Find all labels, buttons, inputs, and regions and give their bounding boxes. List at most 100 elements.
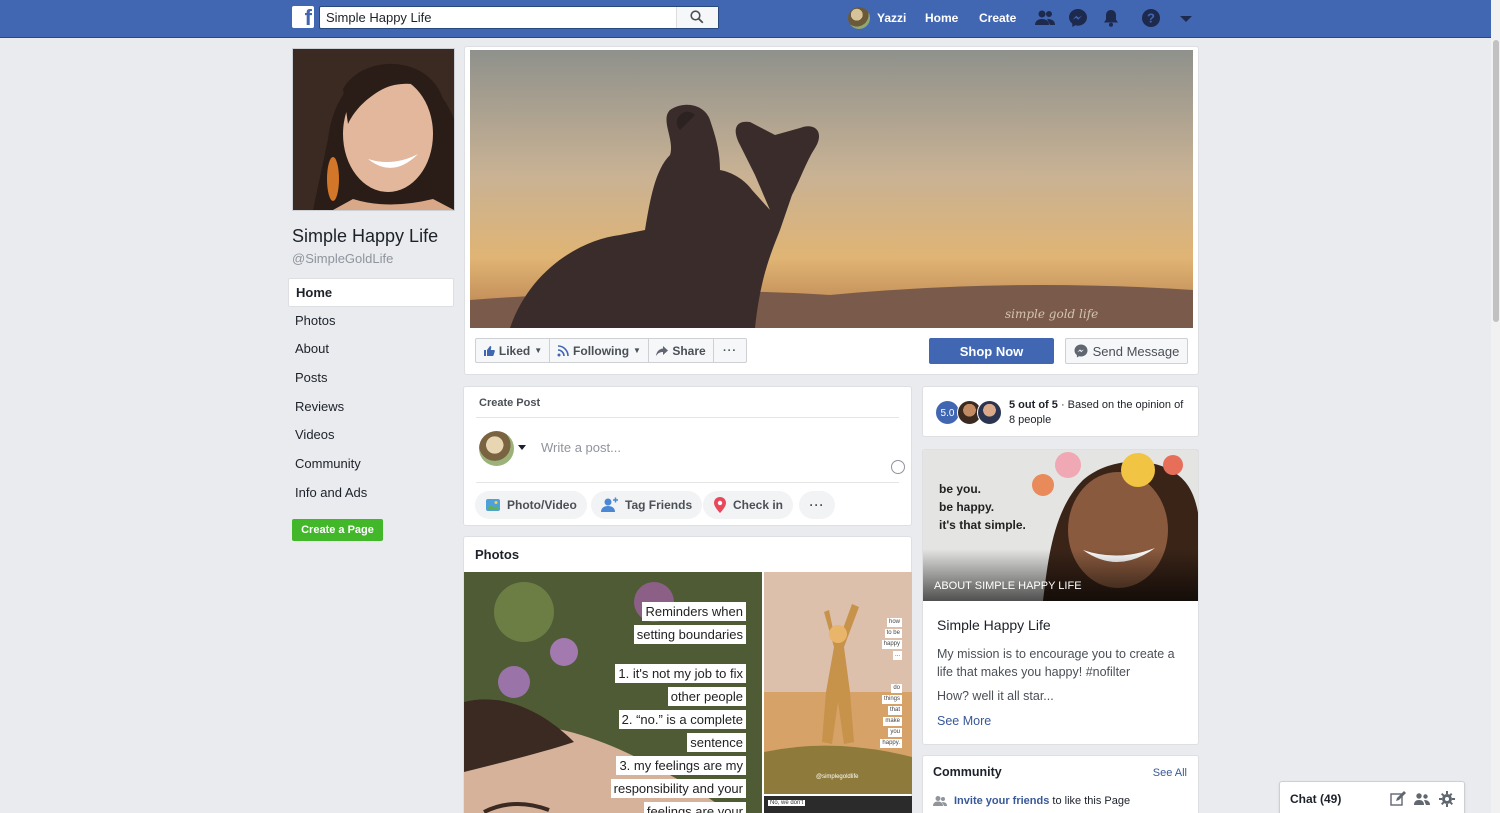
quote-line: 2. “no.” is a complete bbox=[618, 710, 746, 729]
messenger-icon bbox=[1074, 344, 1088, 358]
write-post-input[interactable]: Write a post... bbox=[541, 440, 621, 455]
send-message-button[interactable]: Send Message bbox=[1065, 338, 1188, 364]
liked-dropdown-icon: ▼ bbox=[534, 346, 543, 355]
quote-line: be you. bbox=[939, 482, 982, 496]
side-word: happy. bbox=[880, 739, 902, 748]
photo-video-label: Photo/Video bbox=[507, 498, 577, 512]
sidebar-item-home[interactable]: Home bbox=[288, 278, 454, 307]
facebook-logo-icon[interactable]: f bbox=[292, 6, 314, 28]
nav-home-link[interactable]: Home bbox=[925, 11, 958, 25]
rating-strong: 5 out of 5 bbox=[1009, 399, 1058, 411]
sidebar-item-photos[interactable]: Photos bbox=[288, 307, 454, 336]
search-input[interactable] bbox=[320, 7, 680, 28]
compose-icon[interactable] bbox=[1390, 791, 1406, 807]
sidebar-item-info-and-ads[interactable]: Info and Ads bbox=[288, 479, 454, 508]
help-icon[interactable]: ? bbox=[1141, 8, 1161, 28]
quote-line: sentence bbox=[687, 733, 746, 752]
page-sidebar-nav: Home Photos About Posts Reviews Videos C… bbox=[288, 278, 454, 508]
side-word: make bbox=[883, 717, 902, 726]
nav-user-profile[interactable]: Yazzi bbox=[848, 7, 906, 29]
about-card: be you. be happy. it's that simple. ABOU… bbox=[922, 449, 1199, 745]
tag-friends-button[interactable]: Tag Friends bbox=[591, 491, 703, 519]
notifications-icon[interactable] bbox=[1101, 8, 1121, 28]
invite-friends-link[interactable]: Invite your friends bbox=[954, 795, 1049, 807]
side-word: to be bbox=[884, 629, 902, 638]
emoji-icon[interactable] bbox=[891, 460, 905, 474]
photo-icon bbox=[486, 499, 500, 511]
liked-button[interactable]: Liked ▼ bbox=[475, 338, 550, 363]
following-label: Following bbox=[573, 343, 630, 358]
create-page-button[interactable]: Create a Page bbox=[292, 519, 383, 541]
post-as-dropdown-icon[interactable] bbox=[518, 445, 526, 450]
account-menu-icon[interactable] bbox=[1176, 8, 1196, 28]
divider bbox=[476, 482, 899, 483]
photo-happy-image bbox=[764, 572, 912, 794]
photos-section-title[interactable]: Photos bbox=[475, 547, 519, 562]
nav-create-link[interactable]: Create bbox=[979, 11, 1016, 25]
about-image[interactable]: be you. be happy. it's that simple. ABOU… bbox=[923, 450, 1198, 601]
photos-card: Photos Reminders when setting boundaries… bbox=[463, 536, 912, 813]
quote-line: 1. it's not my job to fix bbox=[615, 664, 746, 683]
quote-line: it's that simple. bbox=[939, 518, 1026, 532]
profile-picture[interactable] bbox=[292, 48, 455, 211]
search-icon bbox=[690, 10, 704, 24]
sidebar-item-about[interactable]: About bbox=[288, 335, 454, 364]
more-options-button[interactable]: ··· bbox=[713, 338, 747, 363]
top-navigation-bar: f Yazzi Home Create ? bbox=[0, 0, 1500, 38]
page-avatar bbox=[479, 431, 514, 466]
user-name: Yazzi bbox=[877, 11, 907, 25]
page-scrollbar[interactable] bbox=[1491, 0, 1500, 813]
quote-line: setting boundaries bbox=[633, 625, 746, 644]
thumbs-up-icon bbox=[483, 345, 495, 356]
page-title: Simple Happy Life bbox=[292, 226, 439, 246]
community-see-all-link[interactable]: See All bbox=[1153, 767, 1187, 779]
create-post-title: Create Post bbox=[479, 397, 541, 409]
check-in-label: Check in bbox=[733, 498, 784, 512]
sidebar-item-posts[interactable]: Posts bbox=[288, 364, 454, 393]
see-more-link[interactable]: See More bbox=[937, 714, 991, 728]
community-title[interactable]: Community bbox=[933, 765, 1002, 779]
invite-friends-text: to like this Page bbox=[1049, 795, 1131, 807]
chat-sidebar-bar[interactable]: Chat (49) bbox=[1279, 781, 1465, 813]
sidebar-item-community[interactable]: Community bbox=[288, 450, 454, 479]
photo-thumbnail-happy[interactable]: how to be happy ... do things that make … bbox=[764, 572, 912, 794]
friends-icon[interactable] bbox=[1035, 8, 1055, 28]
following-dropdown-icon: ▼ bbox=[633, 346, 641, 355]
cover-photo[interactable]: simple gold life bbox=[470, 50, 1193, 328]
divider bbox=[476, 417, 899, 418]
user-avatar bbox=[848, 7, 870, 29]
page-handle[interactable]: @SimpleGoldLife bbox=[292, 251, 393, 266]
sidebar-item-reviews[interactable]: Reviews bbox=[288, 393, 454, 422]
reviewer-avatar bbox=[977, 400, 1002, 425]
search-button[interactable] bbox=[676, 7, 718, 28]
check-in-button[interactable]: Check in bbox=[703, 491, 794, 519]
more-post-options-button[interactable]: ··· bbox=[799, 491, 835, 519]
shop-now-button[interactable]: Shop Now bbox=[929, 338, 1054, 364]
about-page-name[interactable]: Simple Happy Life bbox=[937, 617, 1051, 633]
more-options-icon: ··· bbox=[723, 344, 737, 357]
profile-photo-image bbox=[293, 49, 454, 210]
group-icon[interactable] bbox=[1414, 791, 1430, 807]
search-box[interactable] bbox=[319, 6, 719, 29]
svg-text:?: ? bbox=[1147, 11, 1155, 26]
share-icon bbox=[656, 345, 669, 356]
photo-thumbnail-dark[interactable]: No, we don't bbox=[764, 796, 912, 813]
photo-thumbnail-boundaries[interactable]: Reminders when setting boundaries 1. it'… bbox=[464, 572, 762, 813]
following-button[interactable]: Following ▼ bbox=[549, 338, 649, 363]
share-button[interactable]: Share bbox=[648, 338, 714, 363]
cover-photo-image: simple gold life bbox=[470, 50, 1193, 328]
quote-line: responsibility and your bbox=[610, 779, 746, 798]
about-section-label: ABOUT SIMPLE HAPPY LIFE bbox=[934, 580, 1082, 592]
rating-card[interactable]: 5.0 5 out of 5 · Based on the opinion of… bbox=[922, 386, 1199, 437]
liked-label: Liked bbox=[498, 343, 531, 358]
cover-watermark: simple gold life bbox=[1005, 307, 1098, 321]
scrollbar-thumb[interactable] bbox=[1493, 40, 1499, 322]
quote-line: Reminders when bbox=[642, 602, 746, 621]
messenger-icon[interactable] bbox=[1068, 8, 1088, 28]
sidebar-item-videos[interactable]: Videos bbox=[288, 421, 454, 450]
photo-video-button[interactable]: Photo/Video bbox=[475, 491, 587, 519]
rss-icon bbox=[557, 344, 569, 356]
settings-icon[interactable] bbox=[1439, 791, 1455, 807]
chat-label: Chat (49) bbox=[1290, 792, 1342, 806]
side-word: that bbox=[887, 706, 902, 715]
